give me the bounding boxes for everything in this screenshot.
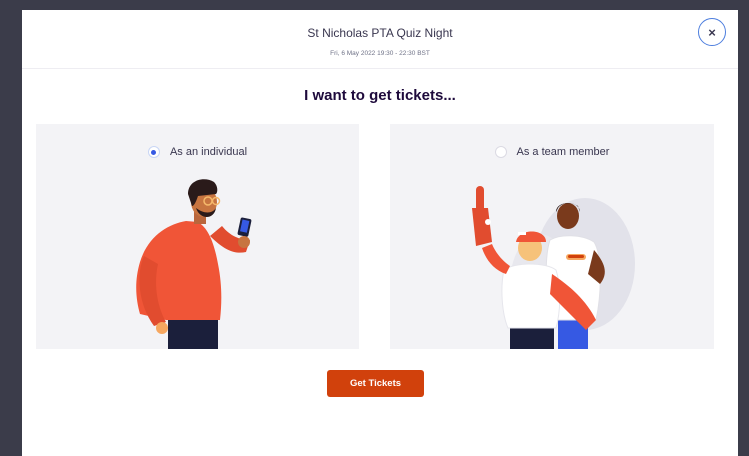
option-individual[interactable]: As an individual: [36, 124, 359, 349]
event-date: Fri, 6 May 2022 19:30 - 22:30 BST: [330, 50, 430, 57]
close-icon: ×: [708, 24, 716, 40]
sports-fans-illustration: [472, 186, 635, 349]
event-title: St Nicholas PTA Quiz Night: [307, 26, 453, 40]
get-tickets-button[interactable]: Get Tickets: [327, 370, 424, 397]
close-button[interactable]: ×: [698, 18, 726, 46]
bottom-handle: [273, 452, 480, 456]
modal-header: St Nicholas PTA Quiz Night Fri, 6 May 20…: [22, 10, 738, 69]
option-team[interactable]: As a team member: [390, 124, 714, 349]
ticket-type-modal: St Nicholas PTA Quiz Night Fri, 6 May 20…: [22, 10, 738, 456]
person-with-phone-illustration: [136, 179, 252, 349]
page-title: I want to get tickets...: [304, 87, 456, 104]
